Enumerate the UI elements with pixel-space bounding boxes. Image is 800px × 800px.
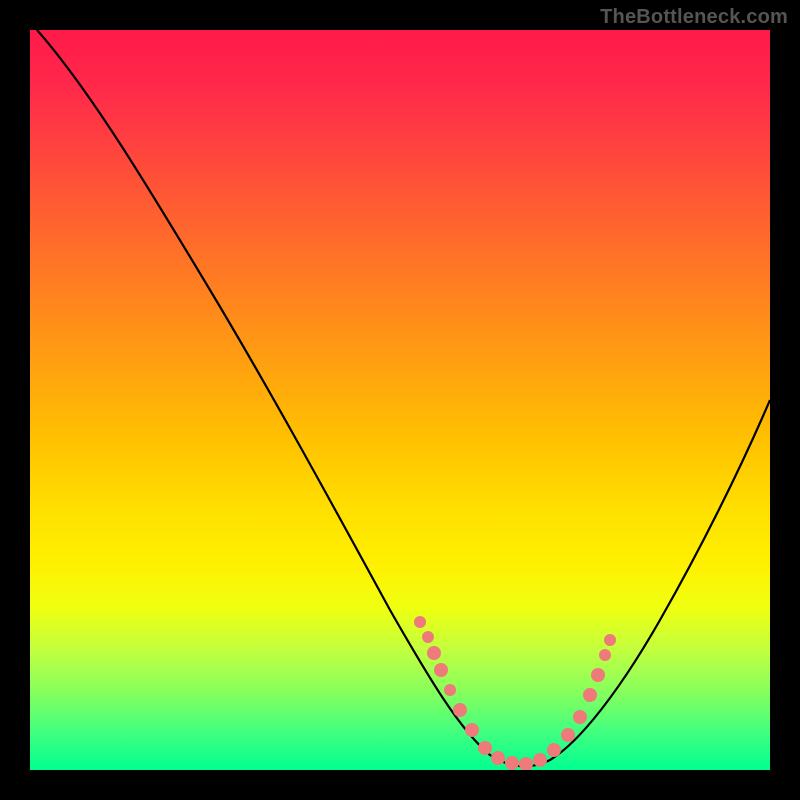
watermark-text: TheBottleneck.com [600,6,788,29]
chart-container: TheBottleneck.com [0,0,800,800]
bottleneck-curve-line [37,30,770,766]
plot-area [30,30,770,770]
chart-svg [30,30,770,770]
highlight-dots [414,616,616,770]
